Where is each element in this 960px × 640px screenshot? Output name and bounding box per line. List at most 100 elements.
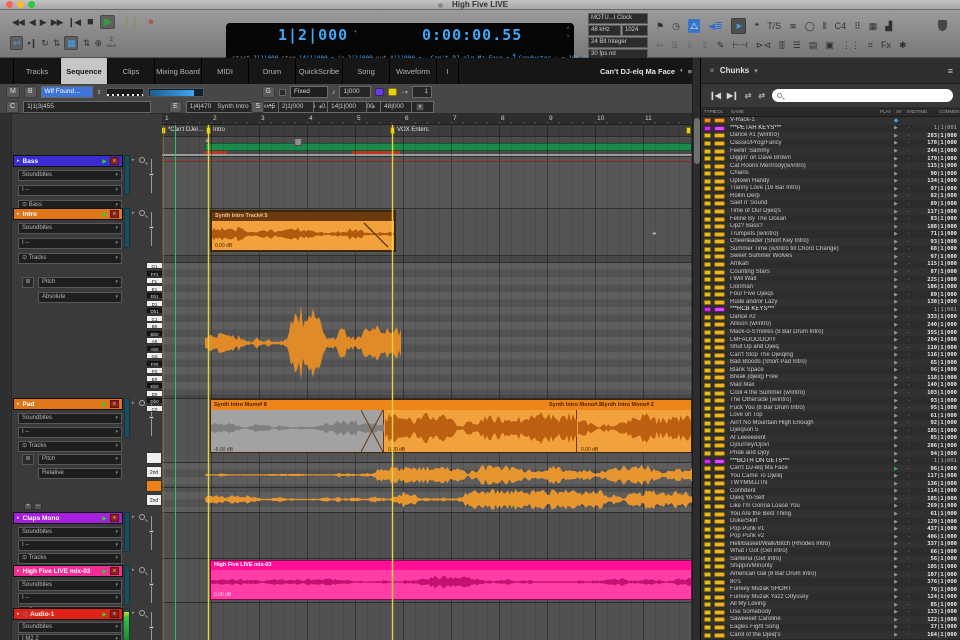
chunk-name[interactable]: Chains	[730, 170, 889, 177]
pad-sub-waveform-2[interactable]	[205, 488, 692, 511]
chunk-type-icon[interactable]	[704, 140, 711, 146]
chunk-type-icon[interactable]	[704, 292, 711, 298]
track-arm-icon[interactable]: ▸	[17, 211, 20, 217]
chunk-type-icon[interactable]	[704, 209, 711, 215]
chunk-color-swatch[interactable]	[714, 556, 725, 562]
pause-button[interactable]: ❙❙	[120, 16, 140, 28]
marker-line-vox[interactable]	[392, 125, 393, 640]
clip-title-2[interactable]: Synth Intro Mono#.9	[549, 400, 602, 410]
bite-mode-button[interactable]: B	[23, 86, 37, 98]
punch-icon[interactable]: ⇅	[53, 37, 60, 49]
chunk-name[interactable]: Dance #2	[730, 314, 889, 321]
chunk-row[interactable]: Saef n' Sound ▶ - 89|1|000	[701, 200, 960, 208]
chunk-row[interactable]: Sweet Summer Wolves ▶ - 97|1|000	[701, 253, 960, 261]
chunk-name[interactable]: Djourney/Djovi	[730, 442, 889, 449]
chunk-name[interactable]: ***BOTH ON GETS***	[730, 458, 889, 465]
zoom-lane-icon[interactable]	[139, 567, 145, 573]
piano-key-f1[interactable]: F1	[146, 277, 162, 284]
close-icon[interactable]: ✕	[709, 67, 715, 75]
chunk-color-swatch[interactable]	[714, 314, 725, 320]
chunk-row[interactable]: Love on Top ▶ - 61|1|000	[701, 411, 960, 420]
chunk-color-swatch[interactable]	[714, 451, 725, 457]
chunk-play-icon[interactable]: ▶	[889, 390, 903, 396]
piano-key-db1[interactable]: Db1	[146, 307, 162, 314]
chunk-row[interactable]: LMFAOOOOO!!!! ▶ - 204|1|000	[701, 336, 960, 344]
buffer-size-select[interactable]: 1024	[622, 25, 648, 36]
chunk-play-icon[interactable]: ▶	[889, 292, 903, 298]
chunks-list[interactable]: V-Rack-1 ◆ ***PETAH KEYS*** ▶ - 1|1|001 …	[701, 117, 960, 640]
chunk-play-icon[interactable]: ▶	[889, 367, 903, 373]
chunk-type-icon[interactable]	[704, 178, 711, 184]
chunk-play-icon[interactable]: ▶	[889, 125, 903, 131]
cue-chunk-icon[interactable]: ⇄	[745, 91, 752, 100]
chunk-color-swatch[interactable]	[714, 330, 725, 336]
chunk-row[interactable]: ***PETAH KEYS*** ▶ - 1|1|001	[701, 124, 960, 133]
chunk-name[interactable]: Ain't No Mountain High Enough	[730, 420, 889, 427]
chunk-type-icon[interactable]	[704, 473, 711, 479]
chunk-name[interactable]: I Will Wait	[730, 276, 889, 283]
slip-icon[interactable]: ▪❙	[28, 37, 38, 49]
chunk-play-icon[interactable]: ▶	[889, 428, 903, 434]
chunk-name[interactable]: Pop Punk #1	[730, 526, 889, 533]
chunk-play-icon[interactable]: ▶	[889, 216, 903, 222]
piano-key-d0[interactable]: D0	[146, 389, 162, 397]
cursor-counter-field[interactable]: 1|1|3|455	[23, 101, 152, 113]
col-col[interactable]: COL	[714, 109, 731, 114]
solo-icon[interactable]: S	[672, 38, 678, 52]
step-forward-icon[interactable]: ▶	[40, 16, 47, 28]
track-arm-icon[interactable]: ▸	[17, 401, 20, 407]
chunk-type-icon[interactable]	[704, 382, 711, 388]
chunk-color-swatch[interactable]	[714, 292, 725, 298]
chunk-color-swatch[interactable]	[714, 140, 725, 146]
chunk-type-icon[interactable]	[704, 307, 711, 313]
chunk-name[interactable]: Can't Stop The Djeiqing	[730, 352, 889, 359]
chunk-name[interactable]: Cheerleader (Short Key Intro)	[730, 238, 889, 245]
chunk-name[interactable]: Diggin' on Dave Brown	[730, 155, 889, 162]
chunk-row[interactable]: Djeiqson 5 ▶ - 185|1|000	[701, 427, 960, 435]
chunk-type-icon[interactable]	[704, 405, 711, 411]
chunk-type-icon[interactable]	[704, 186, 711, 192]
chunk-play-icon[interactable]: ▶	[889, 231, 903, 237]
piano-key-c0[interactable]: C0	[146, 404, 162, 412]
chunk-type-icon[interactable]	[704, 201, 711, 207]
chunk-name[interactable]: Classic/Prog/Fancy	[730, 140, 889, 147]
chunk-type-icon[interactable]	[704, 564, 711, 570]
tab-clips[interactable]: Clips	[108, 58, 155, 84]
chunk-row[interactable]: Break (djeiq) Free ▶ - 118|1|000	[701, 374, 960, 382]
track-play-icon[interactable]: ▶	[102, 211, 107, 218]
playhead-line[interactable]	[175, 125, 176, 640]
col-s[interactable]: S#	[896, 109, 907, 114]
chunk-row[interactable]: Chains ▶ - 90|1|000	[701, 169, 960, 178]
chunk-color-swatch[interactable]	[714, 261, 725, 267]
audible-click-icon[interactable]: ◀≣	[708, 19, 722, 33]
chunk-color-swatch[interactable]	[714, 277, 725, 283]
chunk-play-icon[interactable]: ▶	[889, 193, 903, 199]
chunk-play-icon[interactable]: ◆	[889, 117, 903, 124]
chunk-type-icon[interactable]	[704, 246, 711, 252]
bit-depth-select[interactable]: 24 Bit Integer	[588, 37, 648, 48]
chunk-name[interactable]: Mad Max	[730, 382, 889, 389]
chunk-row[interactable]: Rude and/or Lazy ▶ - 138|1|000	[701, 298, 960, 307]
chunk-row[interactable]: Duke/Skirt ▶ - 129|1|000	[701, 517, 960, 526]
chunk-type-icon[interactable]	[704, 390, 711, 396]
chunk-name[interactable]: Djeiq Yo-Self	[730, 495, 889, 502]
counter-caret-icon[interactable]: ▾	[354, 29, 357, 35]
overdub-icon[interactable]: ⊕	[94, 37, 101, 49]
piano-key-eb1[interactable]: Eb1	[146, 292, 162, 299]
piano-key-e0[interactable]: E0	[146, 374, 162, 382]
chunk-color-swatch[interactable]	[714, 367, 725, 373]
chunk-play-icon[interactable]: ▶	[889, 519, 903, 525]
tab-waveform[interactable]: Waveform	[390, 58, 437, 84]
chunk-color-swatch[interactable]	[714, 405, 725, 411]
chunk-name[interactable]: Djeiqson 5	[730, 427, 889, 434]
chunk-row[interactable]: Lipz? Bass? ▶ - 108|1|000	[701, 222, 960, 231]
mute-mode-button[interactable]: M	[6, 86, 20, 98]
chunk-play-icon[interactable]: ▶	[889, 186, 903, 192]
chunk-color-swatch[interactable]	[714, 549, 725, 555]
settings-gear-icon[interactable]: ✱	[899, 38, 907, 52]
chunk-name[interactable]: Afrikah	[730, 261, 889, 268]
chunk-play-icon[interactable]: ▶	[889, 156, 903, 162]
shield-icon[interactable]	[938, 20, 947, 31]
remove-lane-button[interactable]: −	[34, 503, 42, 510]
record-button[interactable]: ●	[146, 16, 156, 28]
